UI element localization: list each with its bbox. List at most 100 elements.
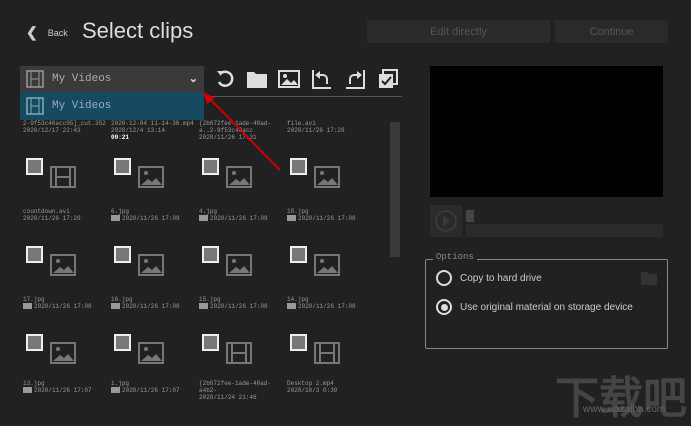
clip-tile[interactable]: 18.jpg 2020/11/26 17:08 <box>287 208 375 222</box>
clip-name: 2-9f53c40acc05]_cut.352 <box>23 120 106 127</box>
back-button[interactable]: ❮ Back <box>26 24 68 41</box>
clip-duration: 00:21 <box>111 134 130 141</box>
watermark-logo: 下载吧 <box>555 374 687 423</box>
clip-tile[interactable]: 16.jpg 2020/11/26 17:08 <box>111 296 199 310</box>
image-icon <box>138 342 164 364</box>
watermark-url: www.xiazaiba.com <box>583 404 666 415</box>
film-icon <box>314 342 340 364</box>
radio-checked-icon <box>436 299 452 315</box>
timeline-handle[interactable] <box>466 210 474 222</box>
clip-name: 14.jpg <box>287 296 309 303</box>
clip-tile[interactable]: file.avi 2020/11/26 17:28 <box>287 120 375 134</box>
clip-tile[interactable]: countdown.avi 2020/11/26 17:20 <box>23 208 111 222</box>
clip-checkbox[interactable] <box>114 158 131 175</box>
clip-tile[interactable]: 13.jpg 2020/11/26 17:07 <box>23 380 111 394</box>
folder-icon[interactable] <box>640 270 658 286</box>
use-original-radio[interactable]: Use original material on storage device <box>436 299 633 315</box>
options-legend: Options <box>433 252 477 262</box>
clip-checkbox[interactable] <box>202 334 219 351</box>
film-icon <box>26 70 44 88</box>
clip-date: 2020/12/4 13:14 <box>111 127 166 134</box>
clip-name: 4.jpg <box>199 208 218 215</box>
clip-name: 15.jpg <box>199 296 221 303</box>
dropdown-value: My Videos <box>52 73 112 85</box>
clip-date: 2020/11/26 17:28 <box>287 127 345 134</box>
clip-date: 2020/11/26 17:20 <box>23 215 81 222</box>
page-title: Select clips <box>82 18 194 43</box>
clip-name: 17.jpg <box>23 296 45 303</box>
clip-checkbox[interactable] <box>26 246 43 263</box>
image-icon[interactable] <box>278 68 300 90</box>
folder-icon[interactable] <box>246 68 268 90</box>
image-small-icon <box>23 387 32 393</box>
timeline-slider[interactable] <box>466 224 663 237</box>
film-icon <box>26 97 44 115</box>
clip-name: Desktop 2.mp4 <box>287 380 334 387</box>
import-left-icon[interactable] <box>311 68 333 90</box>
clip-date: 2020/11/26 17:08 <box>23 303 111 310</box>
clip-tile[interactable]: 2-9f53c40acc05]_cut.352 2020/12/17 22:43 <box>23 120 111 134</box>
clip-date: 2020/11/26 17:07 <box>23 387 111 394</box>
clip-tile[interactable]: {2b672fee-1ade-40ad-a4b2-9f53c40acc05]_c… <box>199 380 287 401</box>
image-icon <box>138 166 164 188</box>
clip-tile[interactable]: 2020-12-04 11-14-38.mp4 2020/12/4 13:14 00… <box>111 120 199 141</box>
clip-checkbox[interactable] <box>202 246 219 263</box>
image-icon <box>314 166 340 188</box>
clip-checkbox[interactable] <box>114 246 131 263</box>
image-small-icon <box>199 303 208 309</box>
image-icon <box>50 254 76 276</box>
export-right-icon[interactable] <box>344 68 366 90</box>
clip-checkbox[interactable] <box>114 334 131 351</box>
annotation-arrow <box>203 92 281 171</box>
dropdown-option-my-videos[interactable]: My Videos <box>20 92 204 120</box>
image-small-icon <box>287 215 296 221</box>
clip-date: 2020/11/26 17:09 <box>199 215 287 222</box>
refresh-icon[interactable] <box>214 68 236 90</box>
clip-tile[interactable]: 1.jpg 2020/11/26 17:07 <box>111 380 199 394</box>
clip-tile[interactable]: Desktop 2.mp4 2020/10/3 0:39 <box>287 380 375 394</box>
clip-checkbox[interactable] <box>26 334 43 351</box>
clip-name: 6.jpg <box>111 208 130 215</box>
film-icon <box>226 342 252 364</box>
clip-date: 2020/11/26 17:08 <box>287 215 375 222</box>
clip-name: countdown.avi <box>23 208 70 215</box>
image-icon <box>50 342 76 364</box>
copy-to-hard-drive-radio[interactable]: Copy to hard drive <box>436 270 542 286</box>
play-button[interactable] <box>430 205 462 237</box>
image-small-icon <box>199 215 208 221</box>
clip-name: 1.jpg <box>111 380 130 387</box>
clip-date: 2020/12/17 22:43 <box>23 127 81 134</box>
clip-tile[interactable]: 17.jpg 2020/11/26 17:08 <box>23 296 111 310</box>
clip-date: 2020/10/3 0:39 <box>287 387 338 394</box>
clip-checkbox[interactable] <box>26 158 43 175</box>
clip-date: 2020/11/26 17:08 <box>111 303 199 310</box>
source-dropdown[interactable]: My Videos ⌄ <box>20 66 204 92</box>
image-icon <box>314 254 340 276</box>
clip-tile[interactable]: 6.jpg 2020/11/26 17:09 <box>111 208 199 222</box>
clip-checkbox[interactable] <box>290 158 307 175</box>
clip-date: 2020/11/26 17:08 <box>287 303 375 310</box>
clip-name: 2020-12-04 11-14-38.mp4 <box>111 120 194 127</box>
clip-date: 2020/11/24 21:46 <box>199 394 257 401</box>
image-small-icon <box>111 387 120 393</box>
clip-tile[interactable]: 15.jpg 2020/11/26 17:08 <box>199 296 287 310</box>
chevron-down-icon: ⌄ <box>188 74 198 86</box>
scrollbar[interactable] <box>390 122 400 257</box>
clip-checkbox[interactable] <box>290 246 307 263</box>
clip-tile[interactable]: 4.jpg 2020/11/26 17:09 <box>199 208 287 222</box>
image-small-icon <box>111 215 120 221</box>
image-icon <box>226 254 252 276</box>
clip-name: 13.jpg <box>23 380 45 387</box>
select-all-icon[interactable] <box>377 68 399 90</box>
continue-button[interactable]: Continue <box>555 20 668 43</box>
clip-tile[interactable]: 14.jpg 2020/11/26 17:08 <box>287 296 375 310</box>
clip-name: {2b672fee-1ade-40ad-a4b2-9f53c40acc05]_c… <box>199 380 271 394</box>
clip-checkbox[interactable] <box>290 334 307 351</box>
image-icon <box>138 254 164 276</box>
edit-directly-button[interactable]: Edit directly <box>367 20 550 43</box>
radio-unchecked-icon <box>436 270 452 286</box>
play-icon <box>435 210 457 232</box>
clip-name: file.avi <box>287 120 316 127</box>
image-small-icon <box>111 303 120 309</box>
image-small-icon <box>23 303 32 309</box>
